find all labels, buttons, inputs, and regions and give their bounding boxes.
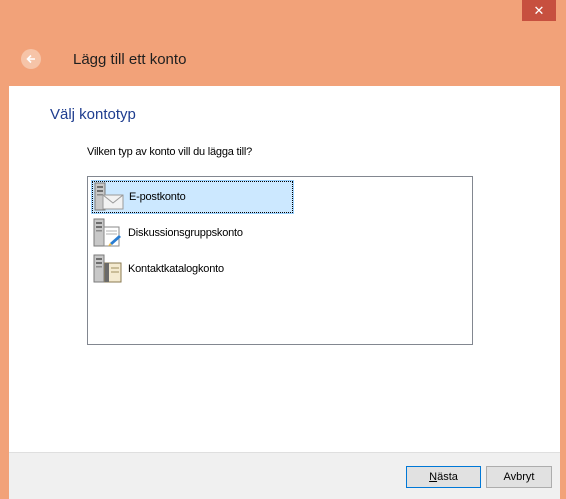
back-arrow-icon <box>26 54 35 64</box>
question-label: Vilken typ av konto vill du lägga till? <box>87 146 253 158</box>
list-item-label: Kontaktkatalogkonto <box>128 263 224 275</box>
next-label: ästa <box>437 471 458 483</box>
close-button[interactable]: ✕ <box>522 0 556 21</box>
close-icon: ✕ <box>533 2 545 18</box>
back-button[interactable] <box>21 49 41 69</box>
list-item-newsgroup-account[interactable]: Diskussionsgruppskonto <box>91 216 294 250</box>
wizard-header: Lägg till ett konto <box>0 32 566 86</box>
title-bar: ✕ <box>0 0 566 32</box>
directory-account-icon <box>93 254 122 283</box>
content-area: Välj kontotyp Vilken typ av konto vill d… <box>9 86 560 452</box>
list-item-directory-account[interactable]: Kontaktkatalogkonto <box>91 252 294 286</box>
newsgroup-account-icon <box>93 218 121 247</box>
email-account-icon <box>94 182 124 211</box>
button-bar: Nästa Avbryt <box>9 452 560 499</box>
next-mnemonic: N <box>429 471 438 483</box>
list-item-label: Diskussionsgruppskonto <box>128 227 243 239</box>
list-item-email-account[interactable]: E-postkonto <box>91 180 294 214</box>
list-item-label: E-postkonto <box>129 191 186 203</box>
add-account-dialog: ✕ Lägg till ett konto Välj kontotyp Vilk… <box>0 0 566 499</box>
page-title: Välj kontotyp <box>50 106 136 123</box>
wizard-title: Lägg till ett konto <box>73 51 187 68</box>
cancel-button[interactable]: Avbryt <box>486 466 552 488</box>
account-type-list[interactable]: E-postkonto Diskussionsgruppskonto Konta… <box>87 176 473 345</box>
next-button[interactable]: Nästa <box>406 466 481 488</box>
